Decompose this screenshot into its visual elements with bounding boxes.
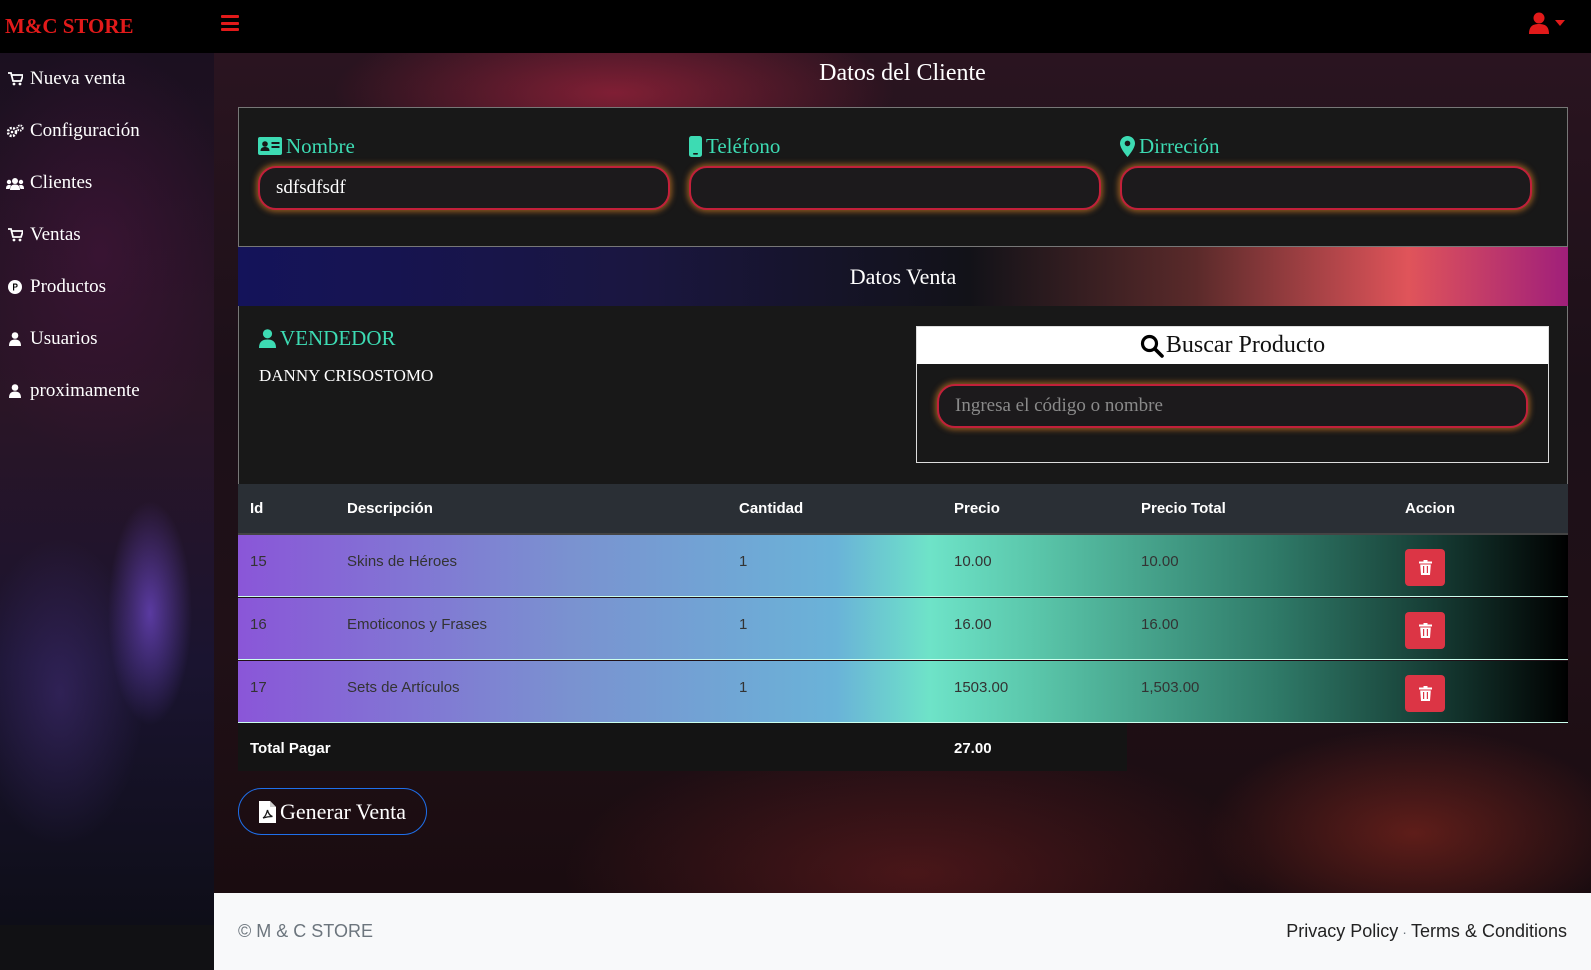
cell-precio-total: 10.00 — [1141, 553, 1179, 570]
footer: © M & C STORE Privacy Policy · Terms & C… — [214, 893, 1591, 970]
trash-icon — [1418, 686, 1432, 701]
sidebar-item-label: Clientes — [30, 172, 93, 193]
cell-precio: 10.00 — [954, 553, 992, 570]
sidebar-item-configuracion[interactable]: Configuración — [0, 105, 214, 157]
footer-separator: · — [1402, 923, 1407, 940]
client-section-title: Datos del Cliente — [819, 60, 986, 86]
cell-cantidad: 1 — [739, 616, 748, 633]
nombre-input[interactable] — [258, 166, 670, 210]
buscar-producto-card: Buscar Producto — [916, 326, 1549, 463]
total-pagar-label: Total Pagar — [250, 740, 331, 757]
cell-id: 15 — [250, 553, 267, 570]
products-table-header: Id Descripción Cantidad Precio Precio To… — [238, 484, 1568, 535]
hamburger-menu-icon[interactable] — [221, 15, 239, 31]
product-p-icon — [6, 280, 24, 294]
telefono-label: Teléfono — [689, 130, 1101, 162]
cell-precio: 1503.00 — [954, 679, 1009, 696]
cell-cantidad: 1 — [739, 553, 748, 570]
sidebar-footer-strip — [0, 925, 214, 970]
cell-id: 17 — [250, 679, 267, 696]
id-card-icon — [258, 137, 282, 155]
venta-section-header: Datos Venta — [238, 247, 1568, 306]
direccion-field-group: Dirreción — [1120, 130, 1532, 210]
sidebar-item-productos[interactable]: Productos — [0, 261, 214, 313]
cell-descripcion: Emoticonos y Frases — [347, 616, 488, 633]
column-header-descripcion: Descripción — [347, 500, 433, 517]
vendedor-label: VENDEDOR — [259, 326, 396, 351]
cell-cantidad: 1 — [739, 679, 748, 696]
map-marker-icon — [1120, 135, 1135, 157]
vendedor-name: DANNY CRISOSTOMO — [259, 366, 434, 385]
table-row: 15 Skins de Héroes 1 10.00 10.00 — [238, 535, 1568, 597]
column-header-id: Id — [250, 500, 264, 517]
sidebar-item-ventas[interactable]: Ventas — [0, 209, 214, 261]
venta-panel: VENDEDOR DANNY CRISOSTOMO Buscar Product… — [238, 306, 1568, 484]
file-pdf-icon — [258, 800, 276, 823]
table-row: 16 Emoticonos y Frases 1 16.00 16.00 — [238, 598, 1568, 660]
gears-icon — [6, 124, 24, 138]
user-icon — [259, 329, 276, 348]
cell-precio: 16.00 — [954, 616, 992, 633]
buscar-producto-input[interactable] — [937, 384, 1528, 428]
delete-row-button[interactable] — [1405, 612, 1445, 649]
column-header-cantidad: Cantidad — [739, 500, 804, 517]
terms-conditions-link[interactable]: Terms & Conditions — [1411, 921, 1567, 942]
sidebar-item-label: Productos — [30, 276, 106, 297]
user-icon — [1529, 12, 1549, 34]
column-header-accion: Accion — [1405, 500, 1456, 517]
users-icon — [6, 177, 24, 190]
mobile-phone-icon — [689, 135, 702, 157]
generar-venta-button[interactable]: Generar Venta — [238, 788, 427, 835]
column-header-precio: Precio — [954, 500, 1000, 517]
sidebar-item-label: Configuración — [30, 120, 140, 141]
footer-copyright: © M & C STORE — [238, 921, 373, 941]
nombre-field-group: Nombre — [258, 130, 670, 210]
total-pagar-value: 27.00 — [954, 740, 992, 757]
user-icon — [6, 332, 24, 346]
privacy-policy-link[interactable]: Privacy Policy — [1286, 921, 1398, 942]
total-pagar-row: Total Pagar 27.00 — [238, 723, 1127, 771]
user-icon — [6, 384, 24, 398]
sidebar-item-proximamente[interactable]: proximamente — [0, 365, 214, 417]
nombre-label: Nombre — [258, 130, 670, 162]
cell-descripcion: Skins de Héroes — [347, 553, 458, 570]
brand-logo[interactable]: M&C STORE — [5, 14, 134, 39]
client-panel: Nombre Teléfono Dirreción — [238, 107, 1568, 247]
sidebar-item-label: Ventas — [30, 224, 81, 245]
cart-icon — [6, 228, 24, 242]
cell-precio-total: 16.00 — [1141, 616, 1179, 633]
table-row: 17 Sets de Artículos 1 1503.00 1,503.00 — [238, 661, 1568, 723]
trash-icon — [1418, 623, 1432, 638]
sidebar-item-clientes[interactable]: Clientes — [0, 157, 214, 209]
buscar-producto-header: Buscar Producto — [917, 327, 1548, 364]
chevron-down-icon — [1555, 20, 1565, 26]
cart-icon — [6, 72, 24, 86]
top-navbar: M&C STORE — [0, 0, 1591, 53]
cell-descripcion: Sets de Artículos — [347, 679, 460, 696]
telefono-field-group: Teléfono — [689, 130, 1101, 210]
cell-id: 16 — [250, 616, 267, 633]
sidebar: Nueva venta Configuración Clientes Venta… — [0, 53, 214, 925]
delete-row-button[interactable] — [1405, 549, 1445, 586]
sidebar-item-label: proximamente — [30, 380, 140, 401]
delete-row-button[interactable] — [1405, 675, 1445, 712]
telefono-input[interactable] — [689, 166, 1101, 210]
search-icon — [1140, 334, 1164, 358]
direccion-label: Dirreción — [1120, 130, 1532, 162]
direccion-input[interactable] — [1120, 166, 1532, 210]
user-menu-dropdown[interactable] — [1529, 12, 1565, 34]
venta-section-title: Datos Venta — [849, 263, 957, 289]
sidebar-item-label: Usuarios — [30, 328, 98, 349]
column-header-precio-total: Precio Total — [1141, 500, 1226, 517]
sidebar-item-usuarios[interactable]: Usuarios — [0, 313, 214, 365]
trash-icon — [1418, 560, 1432, 575]
cell-precio-total: 1,503.00 — [1141, 679, 1200, 696]
sidebar-item-nueva-venta[interactable]: Nueva venta — [0, 53, 214, 105]
footer-links: Privacy Policy · Terms & Conditions — [1286, 921, 1567, 942]
sidebar-item-label: Nueva venta — [30, 68, 126, 89]
